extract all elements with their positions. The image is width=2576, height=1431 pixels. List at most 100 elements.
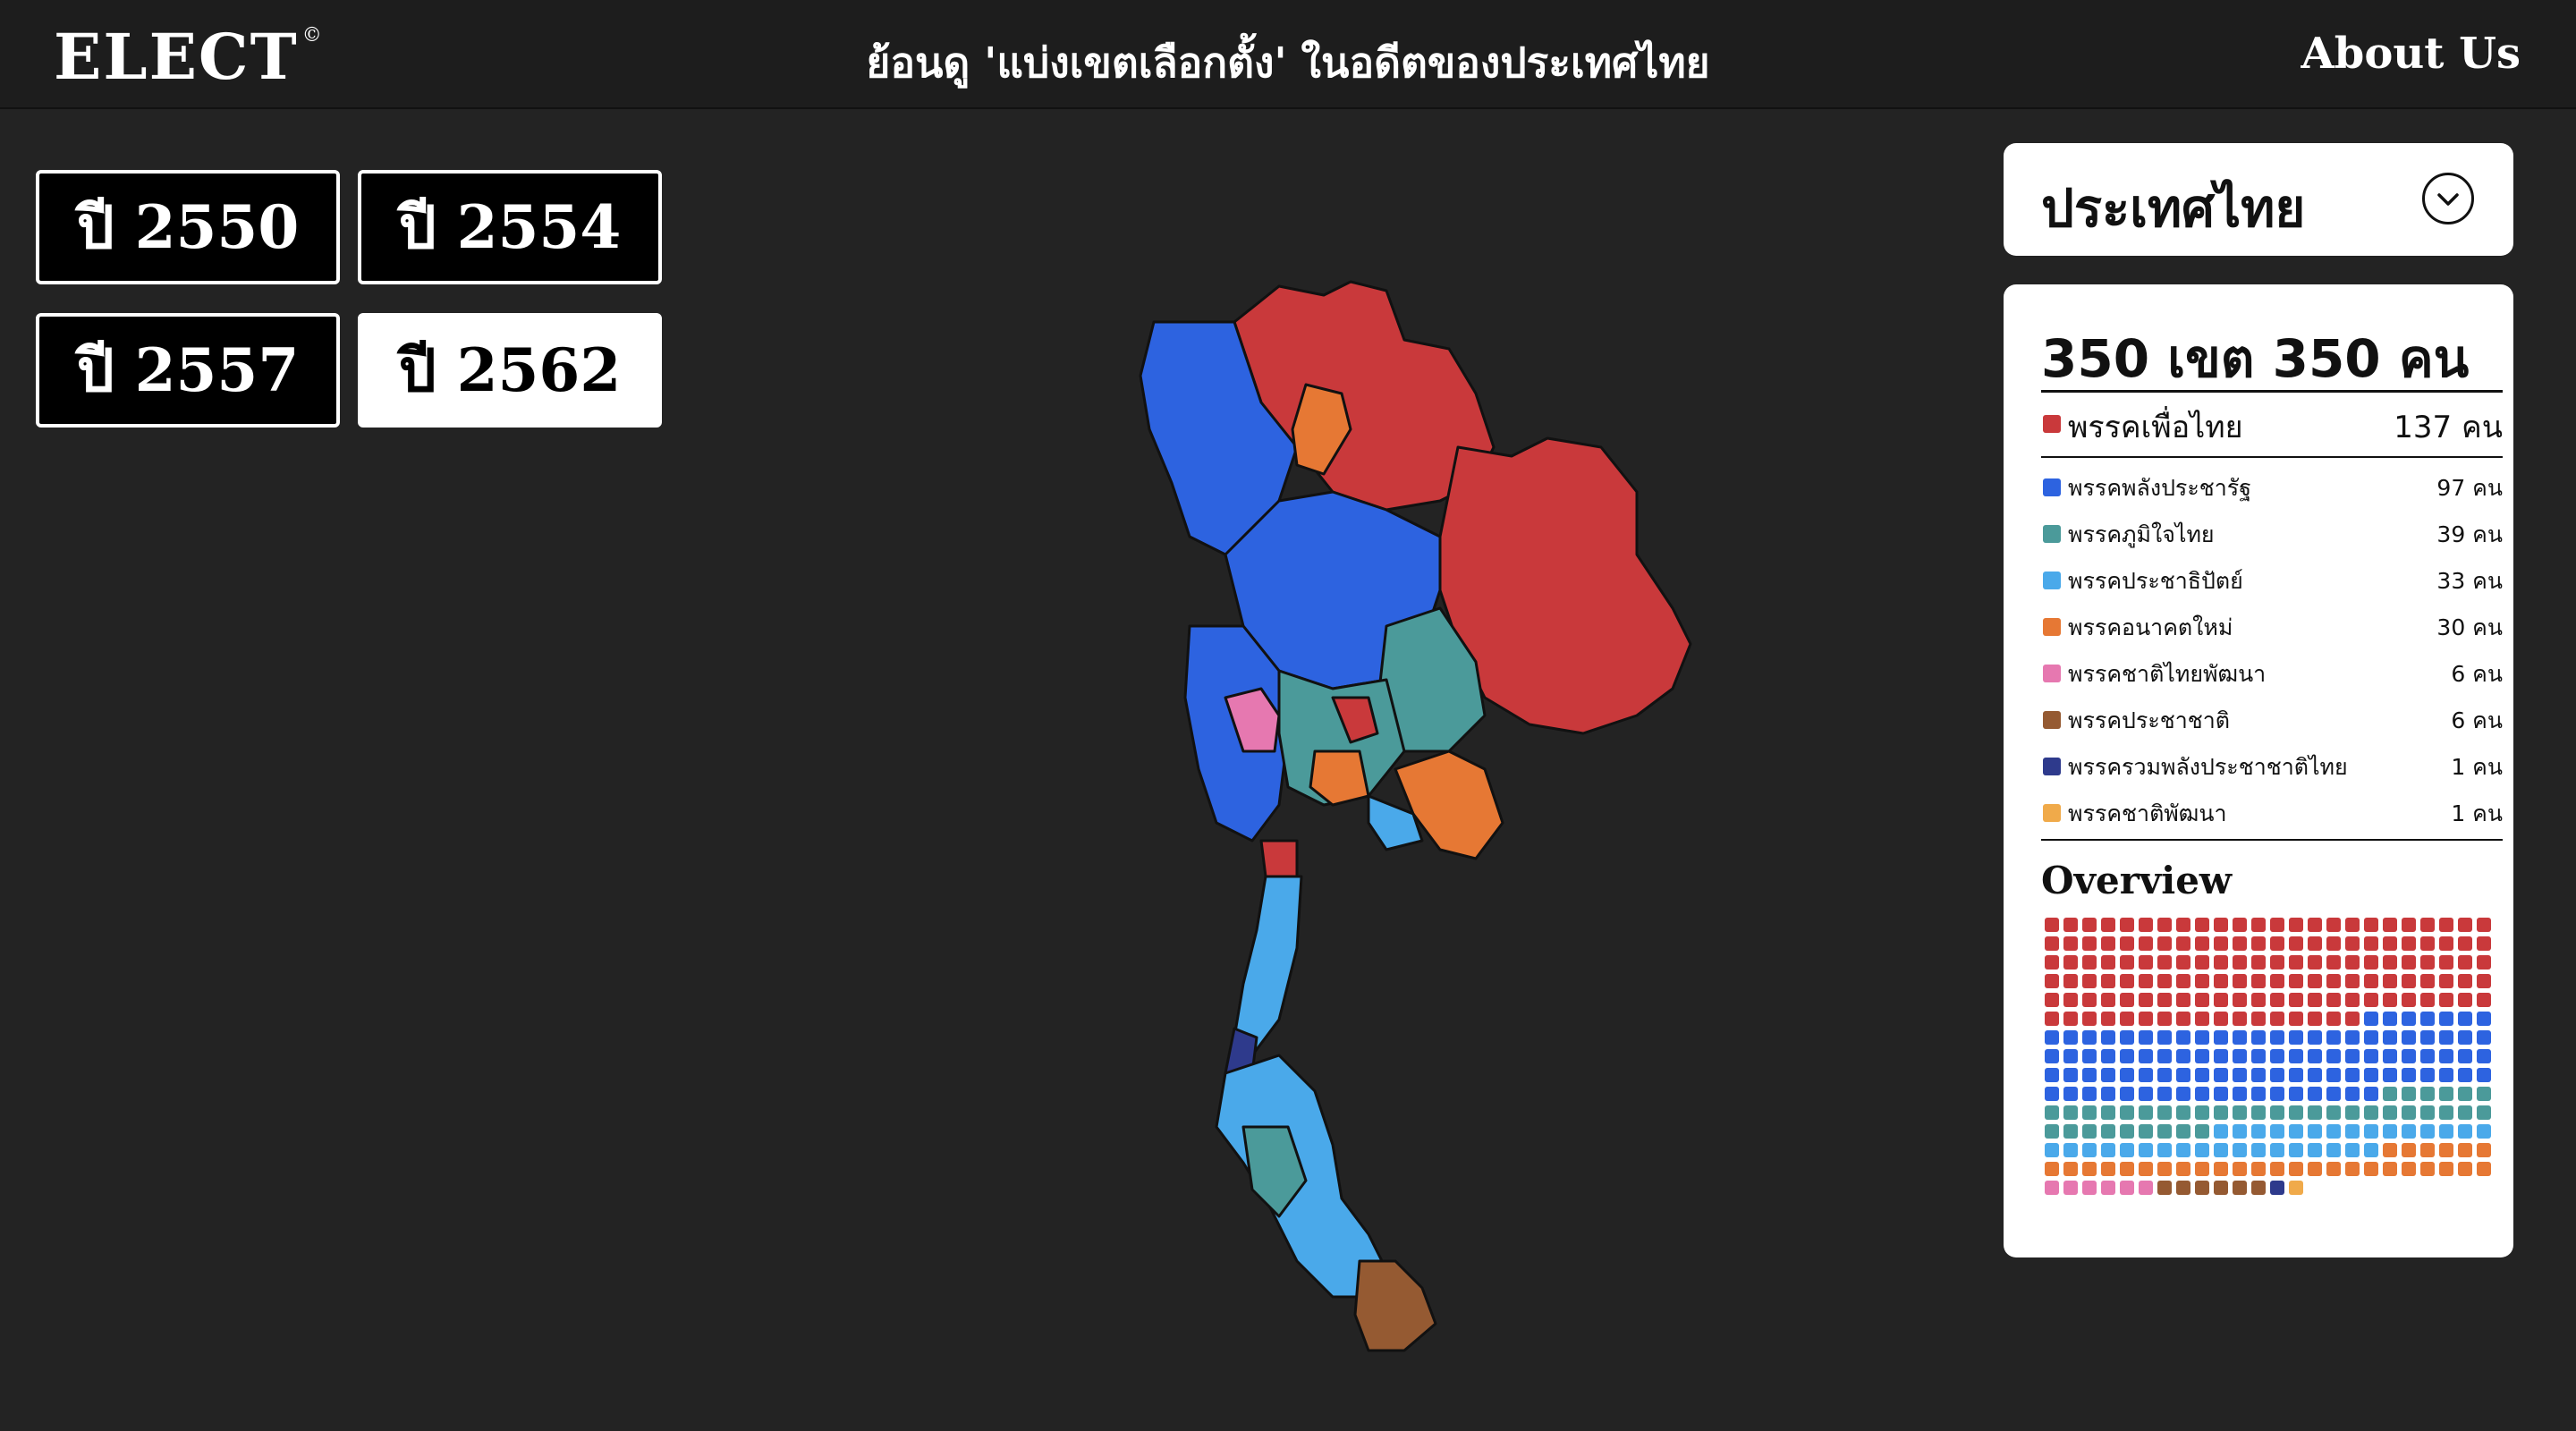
party-row: พรรคประชาชาติ 6 คน (2041, 703, 2503, 739)
chevron-down-icon[interactable] (2422, 173, 2474, 224)
seat-square (2176, 1049, 2190, 1063)
seat-square (2458, 1105, 2472, 1120)
year-2554-button[interactable]: ปี 2554 (358, 170, 662, 284)
divider (2041, 390, 2503, 393)
seat-square (2364, 1012, 2378, 1026)
party-color-swatch (2043, 618, 2061, 636)
seat-square (2308, 1124, 2322, 1139)
seat-square (2214, 936, 2228, 951)
party-name: พรรคภูมิใจไทย (2068, 521, 2215, 547)
year-2562-button[interactable]: ปี 2562 (358, 313, 662, 428)
party-color-swatch (2043, 572, 2061, 589)
party-seat-count: 6 คน (2451, 707, 2503, 733)
year-2557-button[interactable]: ปี 2557 (36, 313, 340, 428)
seat-square (2139, 1124, 2153, 1139)
seat-square (2195, 955, 2209, 970)
seat-square (2458, 955, 2472, 970)
party-seat-count: 39 คน (2436, 521, 2503, 547)
seat-square (2139, 1068, 2153, 1082)
seat-square (2139, 993, 2153, 1007)
seat-square (2251, 955, 2266, 970)
year-2550-button[interactable]: ปี 2550 (36, 170, 340, 284)
seat-square (2345, 1012, 2360, 1026)
seat-square (2082, 1162, 2097, 1176)
region-dropdown[interactable]: ประเทศไทย (2004, 143, 2513, 256)
seat-square (2082, 1105, 2097, 1120)
seat-square (2420, 1012, 2435, 1026)
party-name: พรรครวมพลังประชาชาติไทย (2068, 754, 2348, 780)
seat-square (2289, 1049, 2303, 1063)
seat-square (2045, 936, 2059, 951)
seat-square (2251, 1181, 2266, 1195)
seat-square (2402, 936, 2416, 951)
party-name: พรรคประชาชาติ (2068, 707, 2231, 733)
seat-square (2139, 1143, 2153, 1157)
seat-square (2214, 1068, 2228, 1082)
seat-square (2045, 974, 2059, 988)
seat-square (2289, 974, 2303, 988)
seat-square (2402, 1049, 2416, 1063)
seat-square (2251, 1068, 2266, 1082)
seat-square (2326, 1049, 2341, 1063)
seat-square (2214, 1105, 2228, 1120)
seat-square (2477, 1105, 2491, 1120)
party-seat-count: 30 คน (2436, 614, 2503, 640)
seat-square (2420, 1162, 2435, 1176)
about-us-link[interactable]: About Us (2301, 29, 2521, 79)
seat-square (2195, 1049, 2209, 1063)
seat-square (2439, 1143, 2453, 1157)
seat-square (2402, 1012, 2416, 1026)
seat-square (2101, 1068, 2115, 1082)
seat-square (2458, 1049, 2472, 1063)
seat-square (2195, 1162, 2209, 1176)
seat-square (2420, 974, 2435, 988)
map-region-deep-south (1353, 1259, 1437, 1352)
seat-square (2364, 1105, 2378, 1120)
seat-square (2383, 1049, 2397, 1063)
seat-square (2082, 1049, 2097, 1063)
seat-square (2402, 993, 2416, 1007)
seat-square (2157, 1181, 2172, 1195)
seat-square (2289, 955, 2303, 970)
seat-square (2101, 993, 2115, 1007)
seat-square (2439, 1087, 2453, 1101)
thailand-district-map[interactable] (1100, 268, 1708, 1377)
seat-square (2345, 918, 2360, 932)
seat-square (2458, 1162, 2472, 1176)
seat-square (2045, 1049, 2059, 1063)
seat-square (2233, 1124, 2247, 1139)
seat-square (2176, 918, 2190, 932)
seat-square (2364, 1087, 2378, 1101)
seat-square (2326, 1012, 2341, 1026)
seat-square (2289, 918, 2303, 932)
seat-square (2458, 1087, 2472, 1101)
seat-square (2233, 918, 2247, 932)
seat-square (2402, 1068, 2416, 1082)
seat-square (2063, 936, 2078, 951)
seat-square (2045, 1068, 2059, 1082)
seat-square (2345, 1049, 2360, 1063)
seat-square (2402, 974, 2416, 988)
seat-square (2326, 1143, 2341, 1157)
seat-square (2383, 936, 2397, 951)
seat-square (2270, 1162, 2284, 1176)
seat-square (2233, 1030, 2247, 1045)
seat-square (2157, 936, 2172, 951)
seat-square (2439, 955, 2453, 970)
seat-square (2045, 918, 2059, 932)
seat-square (2270, 1124, 2284, 1139)
seat-square (2233, 974, 2247, 988)
seat-square (2063, 1030, 2078, 1045)
seat-square (2439, 1162, 2453, 1176)
seat-square (2233, 1012, 2247, 1026)
seat-square (2214, 1143, 2228, 1157)
seat-square (2120, 1124, 2134, 1139)
seat-square (2082, 936, 2097, 951)
party-color-swatch (2043, 804, 2061, 822)
seat-square (2233, 993, 2247, 1007)
seat-square (2195, 1087, 2209, 1101)
seat-square (2402, 1124, 2416, 1139)
seat-square (2458, 1012, 2472, 1026)
seat-square (2420, 1105, 2435, 1120)
seat-square (2195, 1030, 2209, 1045)
